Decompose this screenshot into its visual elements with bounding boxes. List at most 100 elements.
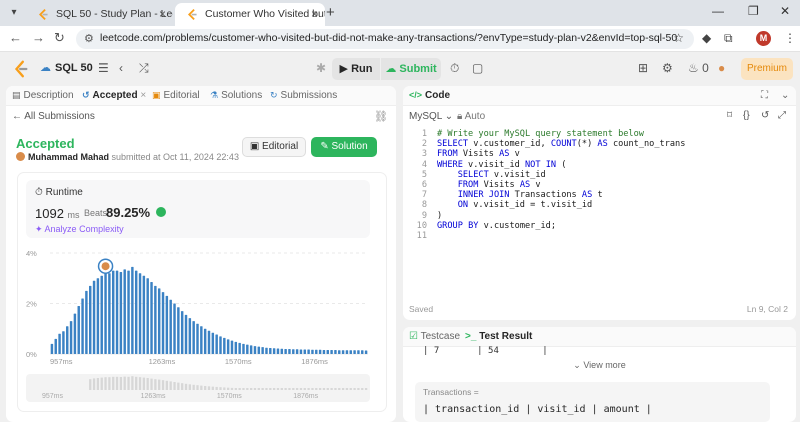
shuffle-icon[interactable]: ⤮ bbox=[139, 61, 149, 76]
histogram-bar[interactable] bbox=[272, 348, 276, 354]
browser-tab-study-plan[interactable]: SQL 50 - Study Plan - LeetCode × bbox=[26, 3, 173, 26]
tab-editorial[interactable]: ▣ Editorial bbox=[152, 90, 200, 101]
format-code-icon[interactable]: {} bbox=[743, 110, 750, 121]
histogram-bar[interactable] bbox=[134, 270, 138, 354]
histogram-bar[interactable] bbox=[92, 280, 96, 354]
histogram-bar[interactable] bbox=[334, 349, 337, 354]
histogram-bar[interactable] bbox=[138, 273, 142, 354]
url-text[interactable]: leetcode.com/problems/customer-who-visit… bbox=[100, 32, 677, 44]
histogram-bar[interactable] bbox=[54, 338, 57, 354]
histogram-bar[interactable] bbox=[196, 323, 199, 354]
study-plan-link[interactable]: ☁ SQL 50 bbox=[40, 61, 93, 74]
timer-icon[interactable]: ⏱ bbox=[450, 61, 459, 76]
autocomplete-mode[interactable]: 🔒︎ Auto bbox=[457, 111, 485, 122]
profile-avatar[interactable]: M bbox=[756, 31, 771, 46]
share-link-icon[interactable]: ⛓ bbox=[374, 110, 388, 123]
histogram-bar[interactable] bbox=[276, 348, 280, 354]
histogram-bar[interactable] bbox=[58, 333, 61, 354]
histogram-bar[interactable] bbox=[353, 350, 356, 354]
debug-icon[interactable]: ✱ bbox=[316, 61, 326, 75]
omnibox[interactable]: ⚙ leetcode.com/problems/customer-who-vis… bbox=[76, 29, 694, 49]
histogram-bar[interactable] bbox=[50, 343, 54, 354]
histogram-bar[interactable] bbox=[89, 285, 92, 354]
histogram-bar[interactable] bbox=[249, 345, 253, 354]
tab-accepted[interactable]: ↺ Accepted × bbox=[82, 90, 146, 101]
histogram-bar[interactable] bbox=[311, 349, 314, 354]
maximize-icon[interactable]: ⛶ bbox=[761, 90, 768, 101]
histogram-bar[interactable] bbox=[269, 347, 272, 354]
collapse-icon[interactable]: ⌄ bbox=[781, 90, 789, 101]
layout-icon[interactable]: ⊞ bbox=[638, 61, 648, 75]
histogram-bar[interactable] bbox=[127, 270, 130, 354]
histogram-bar[interactable] bbox=[230, 340, 234, 354]
tab-testcase[interactable]: ☑ Testcase bbox=[409, 331, 460, 342]
tab-submissions[interactable]: ↻ Submissions bbox=[270, 90, 337, 101]
histogram-bar[interactable] bbox=[223, 337, 226, 354]
histogram-bar[interactable] bbox=[188, 318, 192, 354]
histogram-bar[interactable] bbox=[157, 288, 161, 354]
submit-button[interactable]: ☁ Submit bbox=[381, 58, 441, 80]
histogram-bar[interactable] bbox=[200, 326, 203, 354]
close-window-icon[interactable]: ✕ bbox=[780, 4, 790, 18]
premium-button[interactable]: Premium bbox=[741, 58, 793, 80]
code-editor[interactable]: 1 # Write your MySQL query statement belo… bbox=[403, 129, 796, 299]
minimize-icon[interactable]: — bbox=[712, 4, 724, 18]
histogram-bar[interactable] bbox=[161, 292, 165, 354]
histogram-bar[interactable] bbox=[234, 341, 238, 354]
histogram-bar[interactable] bbox=[238, 342, 241, 354]
restore-icon[interactable]: ❐ bbox=[748, 4, 759, 18]
histogram-bar[interactable] bbox=[280, 348, 284, 354]
histogram-bar[interactable] bbox=[361, 350, 364, 354]
analyze-complexity-link[interactable]: ✦ Analyze Complexity bbox=[35, 224, 124, 235]
histogram-bar[interactable] bbox=[318, 349, 322, 354]
runtime-card[interactable]: ⏱ Runtime 1092 ms Beats 89.25% ✦ Analyze… bbox=[26, 180, 370, 238]
close-tab-icon[interactable]: × bbox=[140, 90, 146, 101]
runtime-distribution-chart[interactable]: 4% 2% 0% 957ms 1263ms 1570ms 1876ms 957ms 1263ms… bbox=[18, 239, 386, 411]
histogram-bar[interactable] bbox=[307, 349, 310, 354]
close-tab-icon[interactable]: × bbox=[311, 3, 318, 26]
histogram-bar[interactable] bbox=[104, 273, 107, 354]
browser-tab-problem[interactable]: Customer Who Visited but Did × bbox=[175, 3, 325, 26]
histogram-bar[interactable] bbox=[173, 303, 176, 355]
histogram-bar[interactable] bbox=[111, 270, 115, 354]
histogram-bar[interactable] bbox=[150, 282, 153, 354]
site-info-icon[interactable]: ⚙ bbox=[84, 32, 94, 45]
histogram-bar[interactable] bbox=[119, 271, 123, 354]
histogram-bar[interactable] bbox=[115, 270, 119, 354]
histogram-bar[interactable] bbox=[73, 313, 77, 354]
coins-icon[interactable]: ♨ 0 bbox=[688, 61, 709, 75]
histogram-bar[interactable] bbox=[303, 349, 307, 354]
tab-solutions[interactable]: ⚗ Solutions bbox=[210, 90, 262, 101]
solution-button[interactable]: ✎ Solution bbox=[311, 137, 377, 157]
histogram-bar[interactable] bbox=[246, 344, 249, 354]
editorial-button[interactable]: ▣ Editorial bbox=[242, 137, 306, 157]
all-submissions-link[interactable]: ← All Submissions bbox=[12, 111, 95, 122]
histogram-bar[interactable] bbox=[100, 275, 103, 354]
code-tab[interactable]: </> Code bbox=[409, 90, 450, 101]
browser-menu-icon[interactable]: ⋮ bbox=[784, 31, 796, 45]
back-icon[interactable]: ← bbox=[9, 30, 22, 45]
histogram-bar[interactable] bbox=[96, 278, 100, 354]
histogram-bar[interactable] bbox=[219, 336, 222, 354]
histogram-bar[interactable] bbox=[192, 321, 195, 354]
fullscreen-icon[interactable]: ⤢ bbox=[778, 110, 786, 121]
histogram-bar[interactable] bbox=[142, 275, 146, 354]
histogram-bar[interactable] bbox=[338, 350, 341, 354]
histogram-bar[interactable] bbox=[123, 269, 126, 354]
histogram-bar[interactable] bbox=[177, 307, 180, 354]
histogram-bar[interactable] bbox=[226, 339, 230, 354]
histogram-bar[interactable] bbox=[326, 349, 329, 354]
histogram-bar[interactable] bbox=[322, 349, 326, 354]
histogram-bar[interactable] bbox=[85, 290, 88, 354]
histogram-bar[interactable] bbox=[349, 350, 352, 354]
histogram-bar[interactable] bbox=[207, 330, 211, 354]
histogram-bar[interactable] bbox=[108, 273, 111, 354]
histogram-bar[interactable] bbox=[66, 326, 69, 354]
histogram-bar[interactable] bbox=[330, 349, 333, 354]
close-tab-icon[interactable]: × bbox=[159, 3, 166, 26]
prev-problem-icon[interactable]: ‹ bbox=[119, 61, 123, 75]
run-button[interactable]: ▶ Run bbox=[332, 58, 380, 80]
view-more-link[interactable]: ⌄ View more bbox=[403, 360, 796, 371]
histogram-bar[interactable] bbox=[345, 350, 349, 354]
reload-icon[interactable]: ↻ bbox=[54, 30, 65, 46]
